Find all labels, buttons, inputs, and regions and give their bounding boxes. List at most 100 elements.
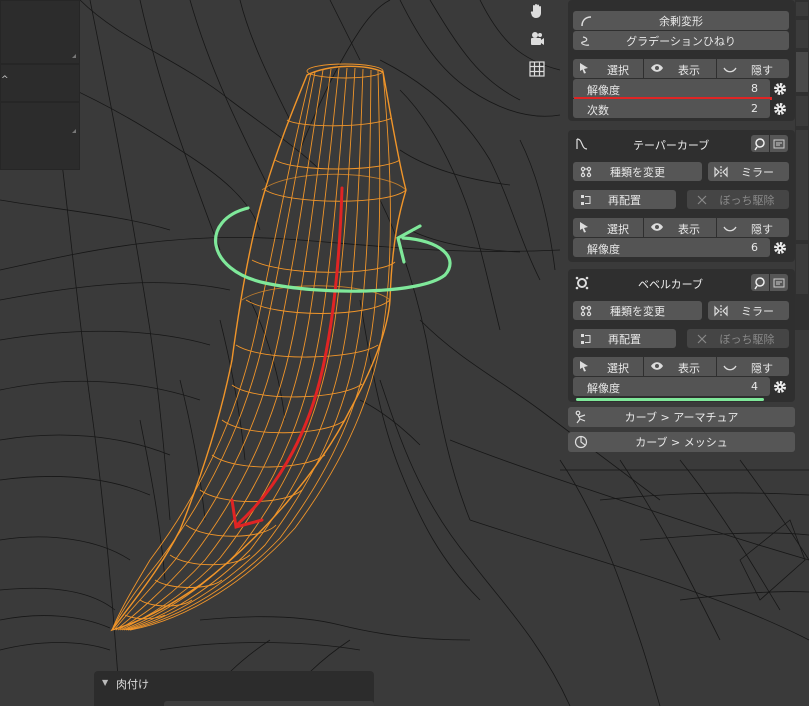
- gear-icon[interactable]: [771, 238, 789, 257]
- eyedropper-icon[interactable]: [751, 135, 769, 152]
- sidebar-tab-active[interactable]: [796, 52, 808, 92]
- taper-hide-toggle[interactable]: 隠す: [717, 218, 789, 237]
- camera-icon[interactable]: [526, 28, 548, 50]
- display-label: 表示: [678, 223, 700, 236]
- resize-corner-icon[interactable]: [72, 54, 76, 58]
- deform-icon: [578, 13, 593, 28]
- hand-icon[interactable]: [526, 0, 548, 22]
- closed-eye-icon: [723, 362, 737, 375]
- hide-label: 隠す: [751, 362, 773, 375]
- bevel-curve-panel: ベベルカーブ 種類を変更 ミラー 再配置 ぼっち駆除 選択 表示 隠す 解像度 …: [568, 269, 795, 402]
- curve-to-armature-label: カーブ > アーマチュア: [624, 411, 739, 424]
- excess-deform-button[interactable]: 余剰変形: [573, 11, 789, 30]
- rearrange-icon: [578, 331, 593, 346]
- taper-curve-panel: テーパーカーブ 種類を変更 ミラー 再配置 ぼっち駆除 選択 表示 隠す 解像度…: [568, 130, 795, 262]
- bevel-select-toggle[interactable]: 選択: [573, 357, 643, 376]
- browse-icon[interactable]: [770, 274, 788, 291]
- collapse-triangle-icon[interactable]: ▼: [102, 678, 108, 687]
- sidebar-tab[interactable]: [796, 130, 808, 240]
- remove-isolated-label: ぼっち駆除: [719, 193, 775, 207]
- bevel-icon: [575, 276, 589, 293]
- taper-curve-title: テーパーカーブ: [633, 139, 710, 152]
- bevel-remove-isolated-button[interactable]: ぼっち駆除: [687, 329, 789, 348]
- cursor-icon: [579, 221, 589, 236]
- sidebar-tab[interactable]: [796, 244, 808, 294]
- rearrange-icon: [578, 192, 593, 207]
- taper-change-type-button[interactable]: 種類を変更: [573, 162, 702, 181]
- browse-icon[interactable]: [770, 135, 788, 152]
- eye-icon: [650, 361, 664, 374]
- display-label: 表示: [678, 362, 700, 375]
- bevel-rearrange-button[interactable]: 再配置: [573, 329, 676, 348]
- order-value: 2: [751, 102, 758, 115]
- hide-toggle[interactable]: 隠す: [717, 59, 789, 78]
- bevel-mirror-button[interactable]: ミラー: [708, 301, 789, 320]
- sidebar-tab[interactable]: [796, 20, 808, 48]
- closed-eye-icon: [723, 223, 737, 236]
- select-label: 選択: [607, 362, 629, 375]
- overlay-panel-middle: ^: [0, 64, 80, 102]
- order-label: 次数: [587, 104, 609, 117]
- bevel-curve-title: ベベルカーブ: [638, 278, 704, 291]
- gradation-twist-button[interactable]: グラデーションひねり: [573, 31, 789, 50]
- hide-label: 隠す: [751, 64, 773, 77]
- curve-to-mesh-label: カーブ > メッシュ: [635, 436, 728, 449]
- overlay-panel-bottom: [0, 102, 80, 170]
- rearrange-label: 再配置: [608, 332, 641, 346]
- overlay-panel-top: [0, 0, 80, 64]
- eyedropper-icon[interactable]: [751, 274, 769, 291]
- taper-rearrange-button[interactable]: 再配置: [573, 190, 676, 209]
- select-toggle[interactable]: 選択: [573, 59, 643, 78]
- bevel-change-type-button[interactable]: 種類を変更: [573, 301, 702, 320]
- gear-icon[interactable]: [771, 377, 789, 396]
- panel-row-stub: [164, 701, 374, 706]
- closed-eye-icon: [723, 64, 737, 77]
- bevel-resolution-field[interactable]: 解像度 4: [573, 377, 770, 396]
- gear-icon[interactable]: [771, 79, 789, 98]
- mirror-icon: [713, 303, 728, 318]
- mirror-icon: [713, 164, 728, 179]
- resolution-label: 解像度: [587, 382, 620, 395]
- display-toggle[interactable]: 表示: [644, 59, 716, 78]
- grid-icon[interactable]: [526, 58, 548, 80]
- curve-icon: [575, 137, 589, 154]
- excess-deform-label: 余剰変形: [659, 14, 703, 28]
- mirror-label: ミラー: [741, 304, 774, 318]
- fleshing-panel: ▼ 肉付け: [94, 671, 374, 706]
- resolution-label: 解像度: [587, 84, 620, 97]
- x-icon: [694, 331, 709, 346]
- taper-display-toggle[interactable]: 表示: [644, 218, 716, 237]
- x-icon: [694, 192, 709, 207]
- bevel-hide-toggle[interactable]: 隠す: [717, 357, 789, 376]
- taper-resolution-field[interactable]: 解像度 6: [573, 238, 770, 257]
- select-label: 選択: [607, 64, 629, 77]
- modifier-panel-top: 余剰変形 グラデーションひねり 選択 表示 隠す 解像度 8 次数 2: [568, 0, 795, 121]
- fleshing-panel-title[interactable]: 肉付け: [116, 676, 149, 692]
- resolution-value: 8: [751, 82, 758, 95]
- gear-icon[interactable]: [771, 99, 789, 118]
- mesh-icon: [573, 434, 588, 449]
- curve-to-armature-button[interactable]: カーブ > アーマチュア: [568, 407, 795, 427]
- taper-mirror-button[interactable]: ミラー: [708, 162, 789, 181]
- caret-icon: ^: [1, 75, 9, 85]
- bevel-display-toggle[interactable]: 表示: [644, 357, 716, 376]
- resize-corner-icon[interactable]: [72, 129, 76, 133]
- taper-select-toggle[interactable]: 選択: [573, 218, 643, 237]
- select-label: 選択: [607, 223, 629, 236]
- sidebar-tab[interactable]: [796, 96, 808, 126]
- sidebar-tab[interactable]: [796, 2, 808, 16]
- curve-to-mesh-button[interactable]: カーブ > メッシュ: [568, 432, 795, 452]
- gradation-twist-label: グラデーションひねり: [626, 34, 736, 48]
- rearrange-label: 再配置: [608, 193, 641, 207]
- resolution-value: 4: [751, 380, 758, 393]
- taper-remove-isolated-button[interactable]: ぼっち駆除: [687, 190, 789, 209]
- change-type-label: 種類を変更: [610, 304, 665, 318]
- resolution-field[interactable]: 解像度 8: [573, 79, 770, 98]
- eye-icon: [650, 63, 664, 76]
- eye-icon: [650, 222, 664, 235]
- armature-icon: [573, 409, 588, 424]
- twist-icon: [578, 33, 593, 48]
- curve-object-wireframe: [110, 63, 407, 632]
- order-field[interactable]: 次数 2: [573, 99, 770, 118]
- nodes-icon: [578, 164, 593, 179]
